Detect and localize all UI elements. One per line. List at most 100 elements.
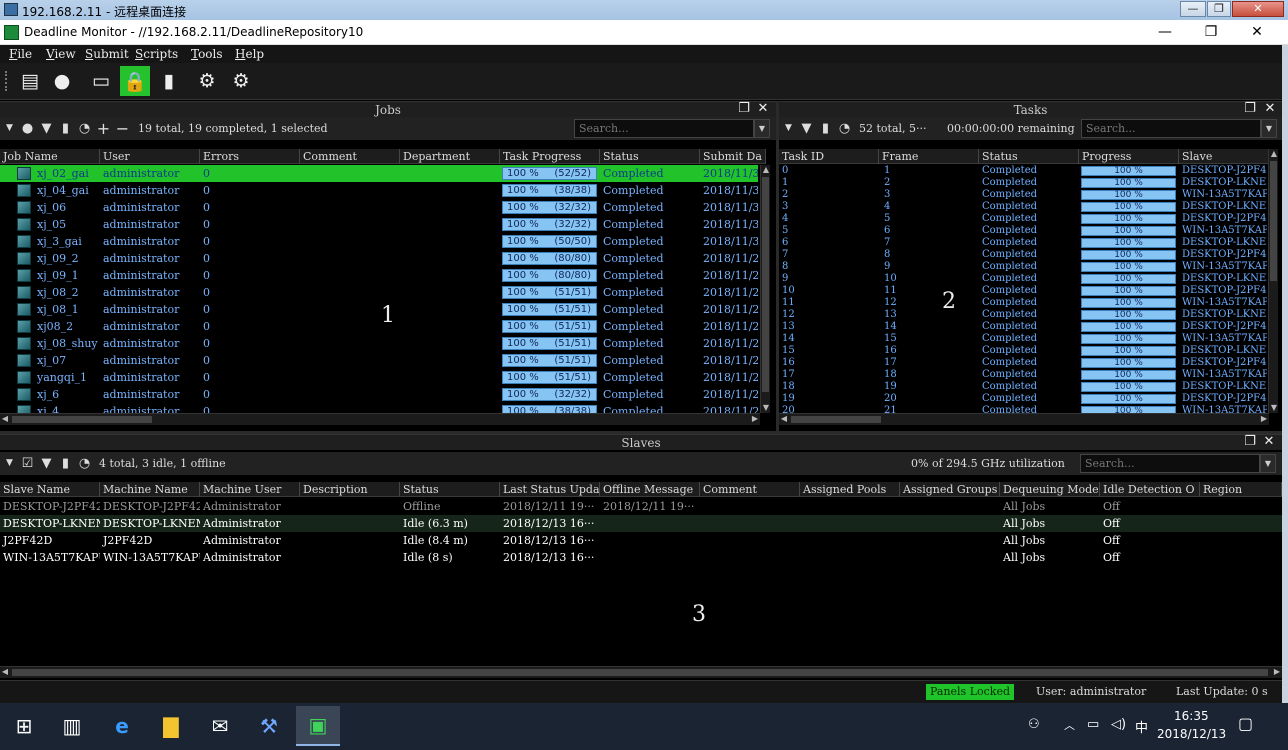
table-row[interactable]: xj_05 administrator 0 Completed 2018/11/3 100… [0, 216, 758, 233]
bookmark-icon[interactable]: ▮ [58, 121, 73, 136]
minus-icon[interactable]: − [115, 121, 130, 137]
table-row[interactable]: DESKTOP-J2PF42DDESKTOP-J2PF42DAdministra… [0, 498, 1282, 515]
col-idle-detection[interactable]: Idle Detection O [1100, 482, 1200, 497]
maximize-button[interactable]: ❐ [1188, 20, 1234, 44]
menu-help[interactable]: Help [235, 47, 264, 61]
deadline-monitor-icon[interactable]: ▣ [296, 706, 340, 746]
toolbar-grip[interactable] [5, 71, 9, 91]
close-button[interactable]: ✕ [1234, 20, 1280, 44]
table-row[interactable]: xj_08_2 administrator 0 Completed 2018/11/2 1… [0, 284, 758, 301]
windows-start-icon[interactable]: ⊞ [2, 706, 46, 746]
dropdown-icon[interactable]: ▼ [781, 121, 796, 136]
filter-icon[interactable]: ▼ [39, 456, 54, 471]
col-slave-comment[interactable]: Comment [700, 482, 800, 497]
slaves-search-input[interactable]: Search... [1080, 454, 1260, 473]
panels-locked-badge[interactable]: Panels Locked [926, 684, 1014, 700]
menu-file[interactable]: File [9, 47, 32, 61]
settings-list-icon[interactable]: ⚙ [192, 66, 222, 96]
tasks-search-dropdown-icon[interactable]: ▼ [1261, 119, 1277, 138]
scroll-right-icon[interactable]: ▶ [750, 414, 760, 424]
close-panel-icon[interactable]: ✕ [1262, 435, 1276, 449]
col-department[interactable]: Department [400, 149, 500, 164]
table-row[interactable]: xj_3_gai administrator 0 Completed 2018/11/3… [0, 233, 758, 250]
notification-icon[interactable]: ▢ [1238, 714, 1253, 733]
table-row[interactable]: xj_07 administrator 0 Completed 2018/11/2 100… [0, 352, 758, 369]
menu-view[interactable]: View [46, 47, 76, 61]
people-icon[interactable]: ⚇ [1028, 717, 1040, 732]
tool-app-icon[interactable]: ⚒ [247, 706, 291, 746]
rdp-minimize-button[interactable]: — [1180, 1, 1206, 17]
tasks-search-input[interactable]: Search... [1081, 119, 1261, 138]
pie-icon[interactable]: ◔ [77, 456, 92, 471]
table-row[interactable]: xj_08_shuy administrator 0 Completed 2018/11… [0, 335, 758, 352]
table-row[interactable]: 20 21 Completed WIN-13A5T7KAPU 100 % [779, 405, 1267, 413]
col-status[interactable]: Status [600, 149, 700, 164]
table-row[interactable]: 17 18 Completed WIN-13A5T7KAPU 100 % [779, 369, 1267, 381]
dropdown-icon[interactable]: ▼ [2, 121, 17, 136]
clock-date[interactable]: 2018/12/13 [1157, 727, 1226, 741]
tray-chevron-up-icon[interactable]: ︿ [1064, 717, 1075, 733]
col-task-status[interactable]: Status [979, 149, 1079, 164]
col-progress[interactable]: Progress [1079, 149, 1179, 164]
float-panel-icon[interactable]: ❐ [737, 102, 751, 116]
col-dequeuing-mode[interactable]: Dequeuing Mode [1000, 482, 1100, 497]
close-panel-icon[interactable]: ✕ [756, 102, 770, 116]
pie-icon[interactable]: ◔ [837, 121, 852, 136]
table-row[interactable]: xj_04_gai administrator 0 Completed 2018/11/… [0, 182, 758, 199]
col-task-id[interactable]: Task ID [779, 149, 879, 164]
slaves-search-dropdown-icon[interactable]: ▼ [1260, 454, 1276, 473]
pie-icon[interactable]: ◔ [77, 121, 92, 136]
col-region[interactable]: Region [1200, 482, 1282, 497]
col-frame[interactable]: Frame [879, 149, 979, 164]
mail-icon[interactable]: ✉ [198, 706, 242, 746]
table-row[interactable]: J2PF42D J2PF42D Administrator Idle (8.4 m) 2… [0, 532, 1282, 549]
table-row[interactable]: DESKTOP-LKNEM3UDESKTOP-LKNEM3UAdministra… [0, 515, 1282, 532]
scroll-left-icon[interactable]: ◀ [0, 667, 10, 677]
col-job-name[interactable]: Job Name [0, 149, 100, 164]
col-last-status-update[interactable]: Last Status Upda [500, 482, 600, 497]
col-slave-status[interactable]: Status [400, 482, 500, 497]
edge-icon[interactable]: e [100, 706, 144, 746]
user-filter-icon[interactable]: ● [20, 121, 35, 136]
window-icon[interactable]: ▭ [86, 66, 116, 96]
minimize-button[interactable]: — [1142, 20, 1188, 44]
plus-icon[interactable]: + [96, 121, 111, 137]
scroll-thumb[interactable] [762, 177, 769, 392]
float-panel-icon[interactable]: ❐ [1243, 102, 1257, 116]
lock-icon[interactable]: 🔒 [120, 66, 150, 96]
scroll-down-icon[interactable]: ▼ [761, 403, 771, 413]
slaves-horizontal-scrollbar[interactable]: ◀ ▶ [0, 666, 1282, 678]
table-row[interactable]: WIN-13A5T7KAPUOWIN-13A5T7KAPUOAdministra… [0, 549, 1282, 566]
jobs-search-input[interactable]: Search... [574, 119, 754, 138]
scroll-right-icon[interactable]: ▶ [1272, 667, 1282, 677]
filter-icon[interactable]: ▼ [39, 121, 54, 136]
rdp-restore-button[interactable]: ❐ [1207, 1, 1231, 17]
table-row[interactable]: 16 17 Completed DESKTOP-J2PF42 100 % [779, 357, 1267, 369]
col-slave[interactable]: Slave [1179, 149, 1271, 164]
bookmark-icon[interactable]: ▮ [58, 456, 73, 471]
scroll-down-icon[interactable]: ▼ [1269, 403, 1279, 413]
jobs-horizontal-scrollbar[interactable]: ◀ ▶ [0, 413, 760, 425]
col-machine-user[interactable]: Machine User [200, 482, 300, 497]
col-slave-name[interactable]: Slave Name [0, 482, 100, 497]
table-row[interactable]: 6 7 Completed DESKTOP-LKNEM3 100 % [779, 237, 1267, 249]
table-row[interactable]: 13 14 Completed DESKTOP-J2PF42 100 % [779, 321, 1267, 333]
jobs-vertical-scrollbar[interactable]: ▲ ▼ [760, 165, 770, 413]
table-row[interactable]: 7 8 Completed DESKTOP-J2PF42 100 % [779, 249, 1267, 261]
table-row[interactable]: 0 1 Completed DESKTOP-J2PF42 100 % [779, 165, 1267, 177]
jobs-search-dropdown-icon[interactable]: ▼ [754, 119, 770, 138]
table-row[interactable]: yangqi_1 administrator 0 Completed 2018/11/2… [0, 369, 758, 386]
table-row[interactable]: xj_4 administrator 0 Completed 2018/11/2 100 … [0, 403, 758, 413]
table-row[interactable]: 19 20 Completed DESKTOP-J2PF42 100 % [779, 393, 1267, 405]
volume-icon[interactable]: ◁) [1111, 717, 1126, 732]
bookmark-icon[interactable]: ▮ [818, 121, 833, 136]
col-submit-date[interactable]: Submit Da [700, 149, 766, 164]
col-errors[interactable]: Errors [200, 149, 300, 164]
table-row[interactable]: xj08_2 administrator 0 Completed 2018/11/2 10… [0, 318, 758, 335]
table-row[interactable]: xj_09_2 administrator 0 Completed 2018/11/2 1… [0, 250, 758, 267]
table-row[interactable]: 12 13 Completed DESKTOP-LKNEM3 100 % [779, 309, 1267, 321]
table-row[interactable]: xj_06 administrator 0 Completed 2018/11/3 100… [0, 199, 758, 216]
file-explorer-icon[interactable]: ▇ [149, 706, 193, 746]
scroll-up-icon[interactable]: ▲ [1269, 149, 1279, 159]
col-description[interactable]: Description [300, 482, 400, 497]
